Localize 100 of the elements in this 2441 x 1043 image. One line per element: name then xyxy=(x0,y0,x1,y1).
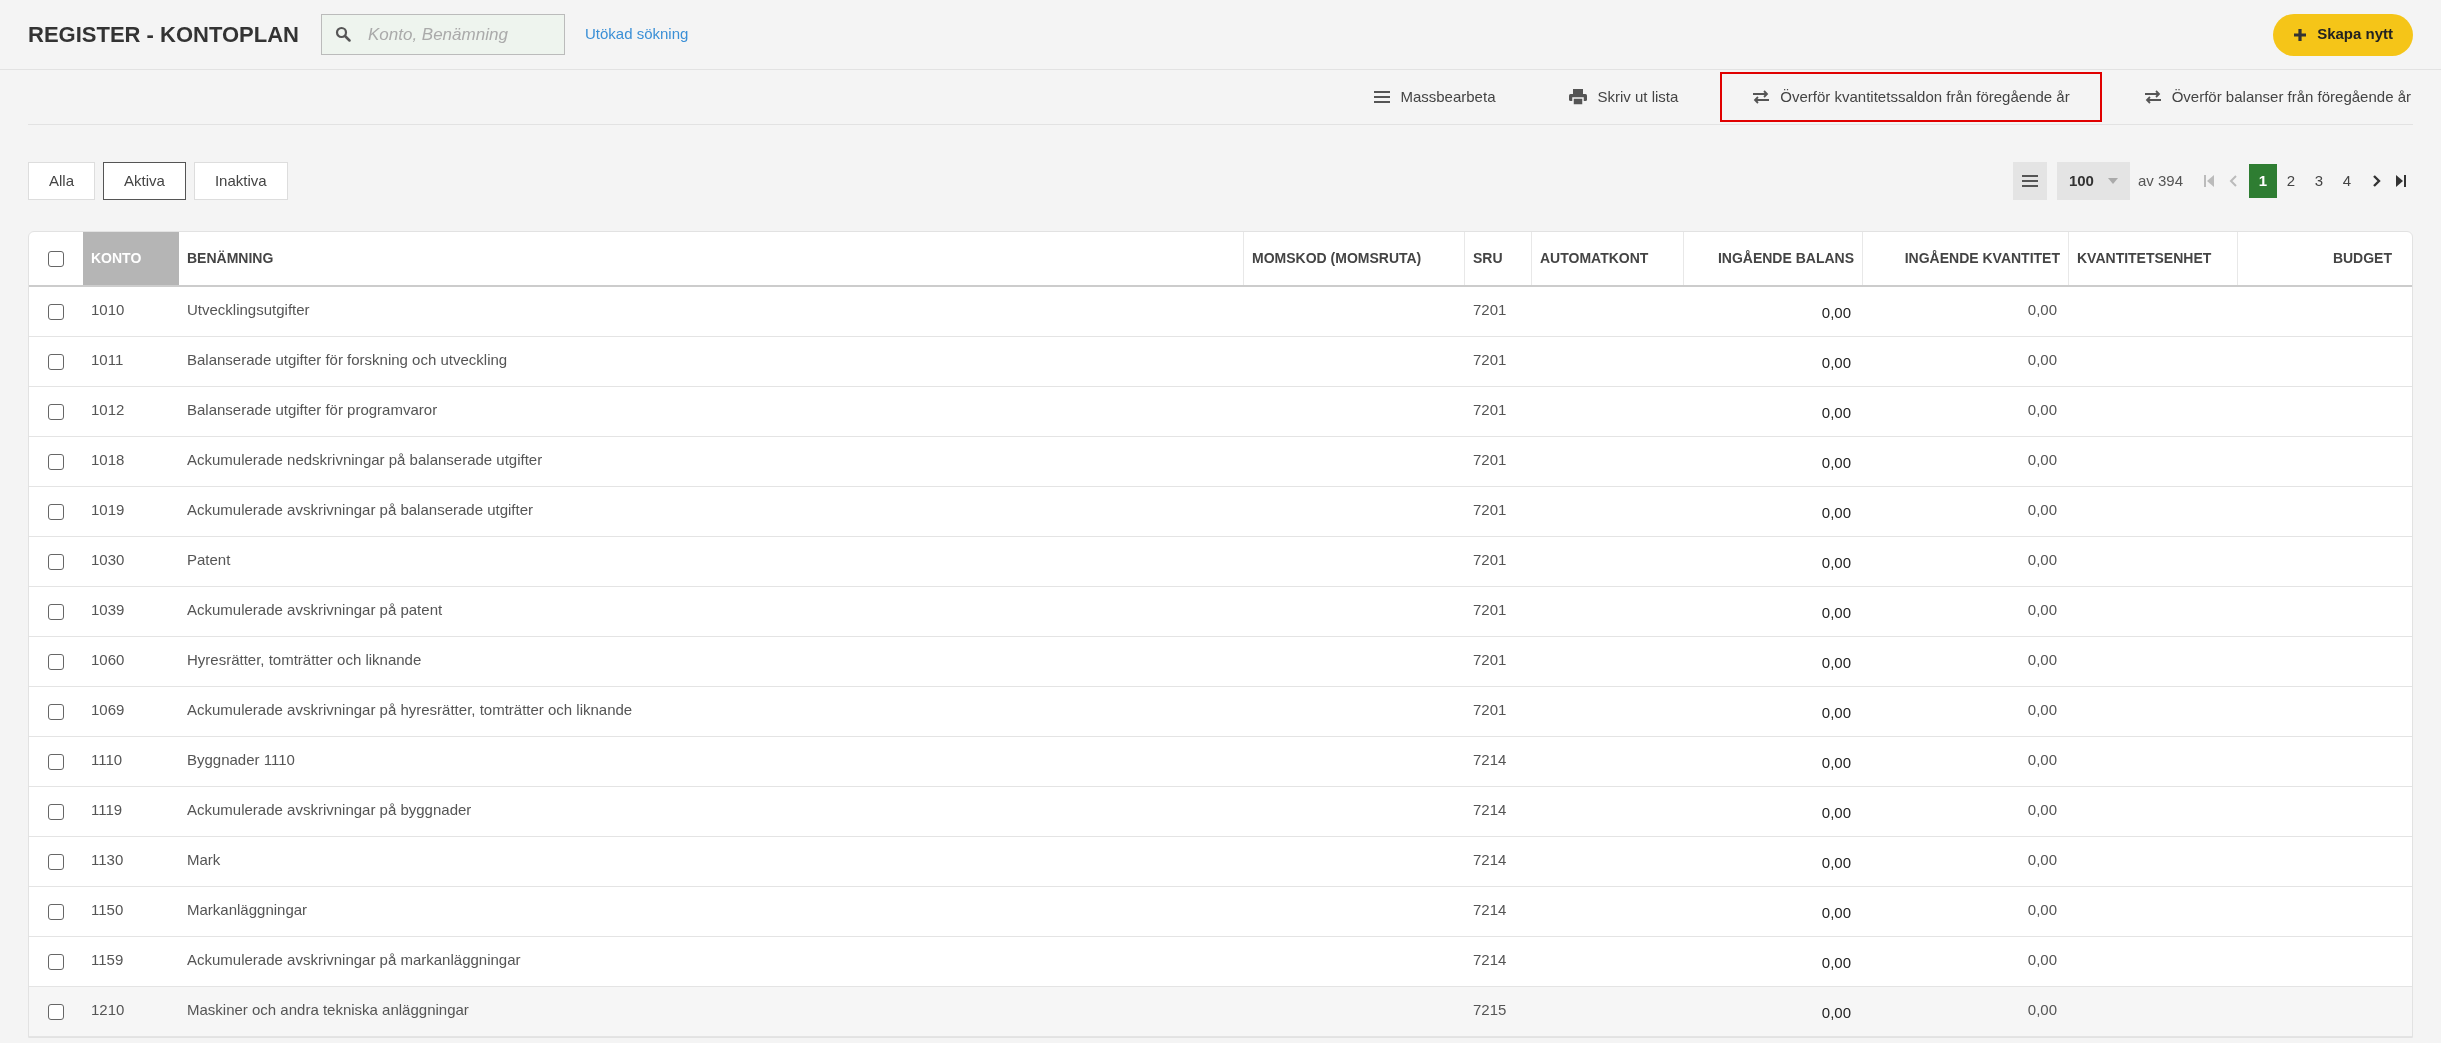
checkbox[interactable] xyxy=(48,853,64,870)
table-cell-text: 1130 xyxy=(91,850,124,871)
previous-page-icon xyxy=(2229,175,2237,187)
checkbox[interactable] xyxy=(48,553,64,570)
total-count: av 394 xyxy=(2137,170,2183,191)
checkbox[interactable] xyxy=(48,503,64,520)
toolbar-button[interactable]: Överför kvantitetssaldon från föregående år xyxy=(1720,72,2102,122)
table-cell-text: Balanserade utgifter för forskning och utveckling xyxy=(187,350,508,371)
table-cell-text: 0,00 xyxy=(1821,452,1851,473)
table-cell-text: 0,00 xyxy=(2027,600,2057,621)
table-cell-text: 7214 xyxy=(1473,950,1507,971)
table-cell-text: Ackumulerade avskrivningar på balanserade utgifter xyxy=(187,500,534,521)
checkbox[interactable] xyxy=(48,953,64,970)
arrows-icon xyxy=(1752,90,1771,104)
checkbox[interactable] xyxy=(48,603,64,620)
column-header[interactable]: BUDGET xyxy=(2238,232,2412,285)
table-cell-text: 0,00 xyxy=(2027,1000,2057,1021)
table-cell-text: 1069 xyxy=(91,700,125,721)
table-cell-text: 1210 xyxy=(91,1000,125,1021)
printer-icon xyxy=(1569,89,1588,105)
table-cell-text: 0,00 xyxy=(2027,300,2057,321)
checkbox[interactable] xyxy=(48,453,64,470)
column-header[interactable]: INGÅENDE KVANTITET xyxy=(1863,232,2069,285)
table-cell-text: Ackumulerade avskrivningar på patent xyxy=(187,600,443,621)
table-cell-text: 1119 xyxy=(91,800,123,821)
table-cell-text: 1011 xyxy=(91,350,124,371)
checkbox[interactable] xyxy=(48,250,64,267)
table-cell-text: 1150 xyxy=(91,900,124,921)
column-header[interactable]: KVANTITETSENHET xyxy=(2069,232,2238,285)
table-cell-text: Balanserade utgifter för programvaror xyxy=(187,400,438,421)
checkbox[interactable] xyxy=(48,303,64,320)
column-header[interactable]: SRU xyxy=(1465,232,1532,285)
table-cell-text: 1010 xyxy=(91,300,125,321)
menu-icon xyxy=(1374,90,1391,104)
caret-icon xyxy=(2107,178,2118,184)
search-icon xyxy=(334,26,351,42)
table-cell-text: 7201 xyxy=(1473,350,1507,371)
table-cell-text: 0,00 xyxy=(2027,800,2057,821)
table-cell-text: 7201 xyxy=(1473,550,1507,571)
table-cell-text: 1159 xyxy=(91,950,124,971)
table-cell-text: 0,00 xyxy=(1821,502,1851,523)
table-cell-text: 0,00 xyxy=(1821,552,1851,573)
table-cell-text: 1030 xyxy=(91,550,125,571)
checkbox[interactable] xyxy=(48,903,64,920)
table-cell-text: 0,00 xyxy=(1821,602,1851,623)
table-cell-text: 0,00 xyxy=(2027,950,2057,971)
table-cell-text: 7214 xyxy=(1473,800,1507,821)
table-cell-text: 0,00 xyxy=(1821,802,1851,823)
toolbar-button[interactable]: Massbearbeta xyxy=(1342,72,1528,122)
page-title: REGISTER - KONTOPLAN xyxy=(28,21,299,49)
table-cell-text: 0,00 xyxy=(2027,700,2057,721)
page-button[interactable]: 2 xyxy=(2277,164,2305,198)
column-header[interactable]: MOMSKOD (MOMSRUTA) xyxy=(1244,232,1465,285)
filter-tab[interactable]: Inaktiva xyxy=(193,162,288,200)
checkbox[interactable] xyxy=(48,1003,64,1020)
table-cell-text: 0,00 xyxy=(1821,752,1851,773)
table-cell-text: 7201 xyxy=(1473,650,1507,671)
toolbar-button[interactable]: Skriv ut lista xyxy=(1537,72,1711,122)
create-button[interactable]: Skapa nytt xyxy=(2273,13,2413,56)
page-button[interactable]: 3 xyxy=(2305,164,2333,198)
list-view-button[interactable] xyxy=(2012,162,2047,200)
table-cell-text: 1110 xyxy=(91,750,123,771)
checkbox[interactable] xyxy=(48,653,64,670)
checkbox[interactable] xyxy=(48,753,64,770)
plus-icon xyxy=(2293,27,2308,42)
table-cell-text: 0,00 xyxy=(1821,302,1851,323)
table-cell-text: 1018 xyxy=(91,450,125,471)
checkbox[interactable] xyxy=(48,803,64,820)
table-cell-text: Byggnader 1110 xyxy=(187,750,295,771)
column-header[interactable]: INGÅENDE BALANS xyxy=(1684,232,1863,285)
table-cell-text: Ackumulerade avskrivningar på hyresrätter, tomträtter och liknande xyxy=(187,700,633,721)
table-cell-text: 0,00 xyxy=(2027,400,2057,421)
table-cell-text: 1012 xyxy=(91,400,125,421)
checkbox[interactable] xyxy=(48,353,64,370)
column-header[interactable]: AUTOMATKONT xyxy=(1532,232,1684,285)
checkbox[interactable] xyxy=(48,403,64,420)
filter-tab[interactable]: Aktiva xyxy=(103,162,186,200)
search-field[interactable]: Konto, Benämning xyxy=(320,14,565,55)
table-cell-text: Markanläggningar xyxy=(187,900,308,921)
table-cell-text: 1019 xyxy=(91,500,125,521)
table-cell-text: Ackumulerade avskrivningar på markanläggningar xyxy=(187,950,521,971)
next-page-icon xyxy=(2373,175,2381,187)
filter-tab[interactable]: Alla xyxy=(28,162,95,200)
table-cell-text: 7201 xyxy=(1473,450,1507,471)
table-cell-text: Patent xyxy=(187,550,231,571)
first-page-icon xyxy=(2204,175,2214,187)
checkbox[interactable] xyxy=(48,703,64,720)
table-cell-text: 0,00 xyxy=(2027,450,2057,471)
page-button[interactable]: 1 xyxy=(2249,164,2277,198)
page-size-dropdown[interactable]: 100 xyxy=(2056,162,2130,200)
table-cell-text: 0,00 xyxy=(2027,550,2057,571)
table-cell-text: 7201 xyxy=(1473,300,1507,321)
page-button[interactable]: 4 xyxy=(2333,164,2361,198)
table-cell-text: 7201 xyxy=(1473,700,1507,721)
toolbar-button[interactable]: Överför balanser från föregående år xyxy=(2111,72,2413,122)
column-header[interactable]: BENÄMNING xyxy=(179,232,1244,285)
table-cell-text: Ackumulerade avskrivningar på byggnader xyxy=(187,800,472,821)
table-cell-text: 0,00 xyxy=(2027,850,2057,871)
table-cell-text: 0,00 xyxy=(1821,902,1851,923)
table-cell-text: 0,00 xyxy=(2027,500,2057,521)
